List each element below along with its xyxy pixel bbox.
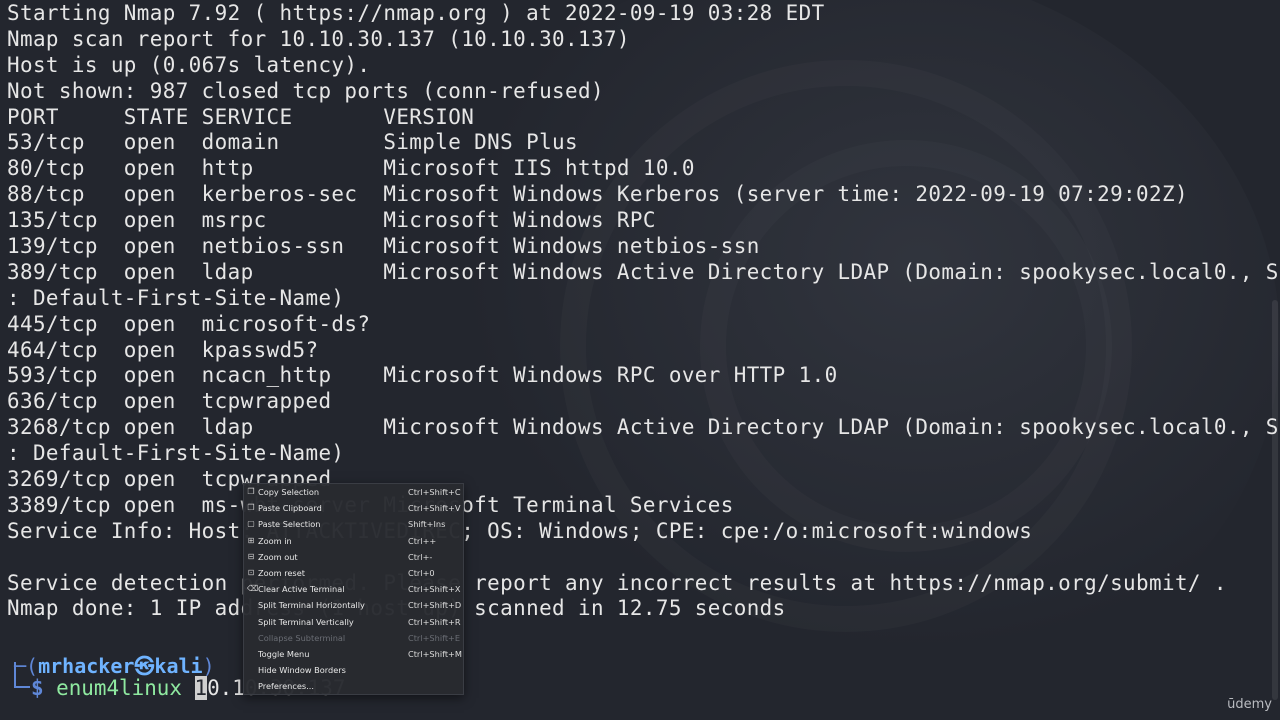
context-menu-label: Hide Window Borders bbox=[258, 665, 346, 676]
context-menu-shortcut: Ctrl+Shift+M bbox=[408, 648, 462, 659]
context-menu-shortcut: Ctrl+Shift+E bbox=[408, 632, 461, 643]
context-menu-label: Toggle Menu bbox=[258, 648, 310, 659]
terminal-line: 464/tcp open kpasswd5? bbox=[7, 337, 319, 362]
context-menu-item: Collapse Subterminal Ctrl+Shift+E bbox=[244, 630, 463, 646]
terminal-line: 389/tcp open ldap Microsoft Windows Acti… bbox=[7, 259, 1280, 284]
terminal-line: Nmap done: 1 IP address (1 host up) scan… bbox=[7, 596, 786, 621]
terminal-line: 135/tcp open msrpc Microsoft Windows RPC bbox=[7, 208, 656, 233]
zoom-out-icon: ⊟ bbox=[247, 551, 255, 561]
context-menu-label: Zoom out bbox=[258, 551, 298, 562]
terminal-line: Service Info: Host: ATTACKTIVEDIREC; OS:… bbox=[7, 518, 1033, 543]
prompt-dollar: $ bbox=[31, 676, 44, 700]
context-menu-label: Split Terminal Vertically bbox=[258, 616, 354, 627]
terminal-line: Starting Nmap 7.92 ( https://nmap.org ) … bbox=[7, 1, 825, 25]
terminal-line: 593/tcp open ncacn_http Microsoft Window… bbox=[7, 363, 838, 388]
context-menu-item[interactable]: Split Terminal Horizontally Ctrl+Shift+D bbox=[244, 597, 463, 613]
context-menu-item[interactable]: ❐ Paste Clipboard Ctrl+Shift+V bbox=[244, 500, 463, 516]
terminal-line: : Default-First-Site-Name) bbox=[7, 285, 345, 310]
context-menu-shortcut: Ctrl+Shift+C bbox=[408, 487, 461, 497]
terminal-line: 53/tcp open domain Simple DNS Plus bbox=[7, 130, 578, 155]
context-menu-item[interactable]: ⊞ Zoom in Ctrl++ bbox=[244, 533, 463, 549]
terminal-line: Service detection performed. Please repo… bbox=[7, 570, 1227, 595]
terminal-line: Host is up (0.067s latency). bbox=[7, 52, 371, 77]
context-menu-label: Paste Clipboard bbox=[258, 503, 322, 514]
command-name: enum4linux bbox=[56, 676, 182, 700]
context-menu-label: Collapse Subterminal bbox=[258, 632, 346, 643]
terminal-line: : Default-First-Site-Name) bbox=[7, 441, 345, 466]
context-menu-item[interactable]: Toggle Menu Ctrl+Shift+M bbox=[244, 646, 463, 662]
context-menu-shortcut: Ctrl+- bbox=[408, 551, 433, 562]
terminal-line: 88/tcp open kerberos-sec Microsoft Windo… bbox=[7, 182, 1188, 207]
clear-icon: ⌫ bbox=[247, 584, 259, 594]
context-menu-label: Paste Selection bbox=[258, 519, 321, 530]
context-menu-label: Split Terminal Horizontally bbox=[258, 600, 365, 611]
zoom-in-icon: ⊞ bbox=[247, 535, 255, 545]
terminal-output[interactable]: Starting Nmap 7.92 ( https://nmap.org ) … bbox=[7, 1, 1280, 720]
terminal-line: Not shown: 987 closed tcp ports (conn-re… bbox=[7, 78, 604, 103]
context-menu-label: Preferences... bbox=[258, 681, 314, 692]
terminal-line: 80/tcp open http Microsoft IIS httpd 10.… bbox=[7, 156, 695, 181]
context-menu-item[interactable]: ⊟ Zoom out Ctrl+- bbox=[244, 549, 463, 565]
context-menu-shortcut: Ctrl+Shift+X bbox=[408, 584, 461, 595]
terminal-line: Nmap scan report for 10.10.30.137 (10.10… bbox=[7, 26, 630, 51]
context-menu-shortcut: Ctrl+Shift+V bbox=[408, 503, 461, 514]
context-menu-label: Copy Selection bbox=[258, 487, 320, 497]
context-menu-shortcut: Ctrl+Shift+R bbox=[408, 616, 461, 627]
paste-icon: ❐ bbox=[247, 503, 255, 513]
udemy-watermark: ūdemy bbox=[1227, 697, 1272, 712]
context-menu-label: Zoom in bbox=[258, 535, 292, 546]
context-menu[interactable]: ❐ Copy Selection Ctrl+Shift+C ❐ Paste Clipbo… bbox=[243, 483, 464, 695]
paste-selection-icon: ▢ bbox=[247, 519, 255, 529]
context-menu-shortcut: Ctrl+Shift+D bbox=[408, 600, 462, 611]
context-menu-label: Zoom reset bbox=[258, 567, 305, 578]
terminal-scrollbar[interactable] bbox=[1272, 300, 1278, 700]
terminal-line: 3269/tcp open tcpwrapped bbox=[7, 467, 332, 492]
terminal-line: 636/tcp open tcpwrapped bbox=[7, 389, 332, 414]
prompt-close: ) bbox=[202, 654, 215, 678]
context-menu-shortcut: Ctrl++ bbox=[408, 535, 437, 546]
context-menu-item[interactable]: Split Terminal Vertically Ctrl+Shift+R bbox=[244, 614, 463, 630]
context-menu-item[interactable]: ⊡ Zoom reset Ctrl+0 bbox=[244, 565, 463, 581]
terminal-line: 139/tcp open netbios-ssn Microsoft Windo… bbox=[7, 234, 760, 259]
context-menu-shortcut: Ctrl+0 bbox=[408, 567, 435, 578]
prompt-user-host: mrhacker㉿kali bbox=[38, 654, 203, 678]
prompt-header: ─(mrhacker㉿kali) bbox=[14, 650, 215, 679]
context-menu-item[interactable]: Hide Window Borders bbox=[244, 662, 463, 678]
context-menu-item[interactable]: ▢ Paste Selection Shift+Ins bbox=[244, 516, 463, 532]
terminal-line: 3389/tcp open ms-wbt-server Microsoft Te… bbox=[7, 492, 734, 517]
terminal-line: 445/tcp open microsoft-ds? bbox=[7, 311, 371, 336]
terminal-line: 3268/tcp open ldap Microsoft Windows Act… bbox=[7, 415, 1280, 440]
context-menu-item[interactable]: ⌫ Clear Active Terminal Ctrl+Shift+X bbox=[244, 581, 463, 597]
text-cursor[interactable]: 1 bbox=[194, 676, 208, 700]
copy-icon: ❐ bbox=[247, 487, 255, 496]
context-menu-item[interactable]: Preferences... bbox=[244, 678, 463, 694]
context-menu-shortcut: Shift+Ins bbox=[408, 519, 446, 530]
zoom-reset-icon: ⊡ bbox=[247, 567, 255, 577]
context-menu-label: Clear Active Terminal bbox=[258, 584, 345, 595]
terminal-line: PORT STATE SERVICE VERSION bbox=[7, 104, 475, 129]
context-menu-item[interactable]: ❐ Copy Selection Ctrl+Shift+C bbox=[244, 484, 463, 500]
prompt-corner bbox=[14, 662, 30, 688]
